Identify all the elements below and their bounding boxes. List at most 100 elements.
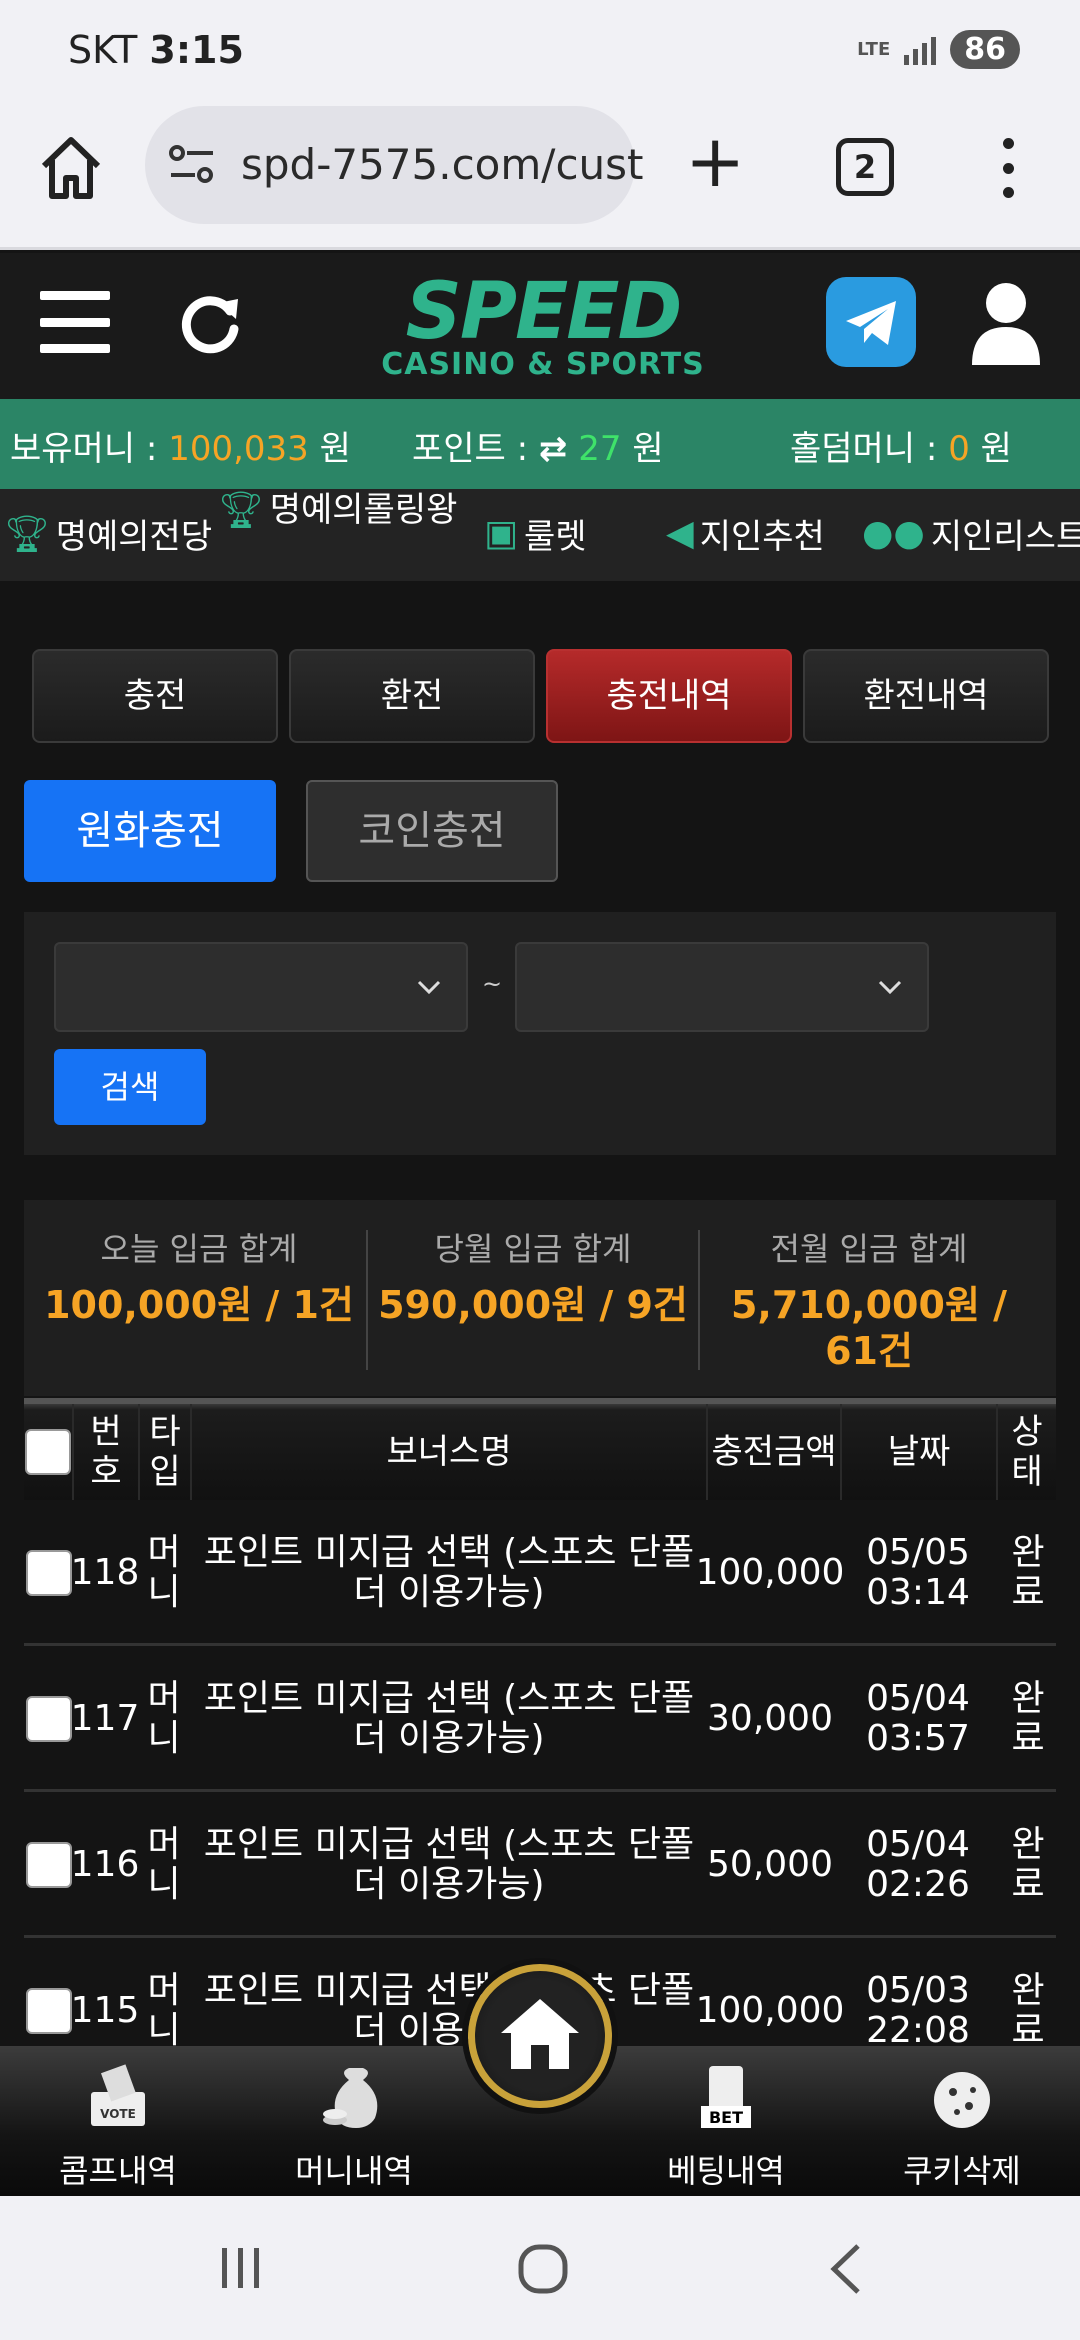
summary-month: 당월 입금 합계 590,000원 / 9건 (368, 1224, 698, 1328)
summary-label: 오늘 입금 합계 (100, 1230, 298, 1268)
address-bar[interactable]: spd-7575.com/cust (145, 106, 644, 224)
nav-comp-label: 콤프내역 (59, 2152, 177, 2190)
point-unit: 원 (632, 429, 664, 469)
point-convert-icon[interactable]: ⇄ (539, 429, 568, 469)
menu-referral[interactable]: ◀ 지인추천 (666, 509, 825, 558)
header-date-label: 날짜 (887, 1432, 951, 1472)
hamburger-menu-icon[interactable] (40, 291, 110, 353)
feature-menu: 🏆︎ 명예의전당 🏆︎ 명예의롤링왕 ▣ 룰렛 ◀ 지인추천 ●● 지인리스트 (0, 489, 1080, 581)
header-bonus: 보너스명 (190, 1404, 706, 1500)
money-label: 보유머니 : (10, 429, 158, 469)
tab-deposit-history[interactable]: 충전내역 (546, 649, 792, 743)
row-bonus: 포인트 미지급 선택 (스포츠 단폴더 이용가능) (203, 1532, 695, 1613)
row-amount: 100,000 (695, 1552, 845, 1593)
url-text[interactable]: spd-7575.com/cust (241, 140, 644, 189)
system-home-icon[interactable] (516, 2242, 570, 2296)
krw-deposit-button[interactable]: 원화충전 (24, 780, 276, 882)
back-icon[interactable] (826, 2242, 866, 2296)
refresh-icon[interactable] (178, 289, 244, 355)
vote-box-icon: VOTE (91, 2064, 145, 2126)
menu-hall-of-fame-label: 명예의전당 (55, 517, 213, 557)
site-settings-icon[interactable] (167, 142, 217, 186)
money-value: 100,033 (168, 429, 309, 469)
holdem-label: 홀덤머니 : (790, 429, 938, 469)
nav-betting-history[interactable]: BET 베팅내역 (636, 2062, 816, 2192)
nav-betting-label: 베팅내역 (667, 2152, 785, 2190)
menu-referral-label: 지인추천 (699, 517, 825, 557)
row-amount: 30,000 (707, 1698, 833, 1739)
user-account-icon[interactable] (968, 279, 1044, 365)
new-tab-icon[interactable]: + (685, 125, 745, 198)
cookie-icon (934, 2072, 990, 2128)
header-amount: 충전금액 (706, 1404, 840, 1500)
site-logo[interactable]: SPEED CASINO & SPORTS (378, 267, 708, 385)
header-amount-label: 충전금액 (711, 1432, 837, 1472)
menu-referral-list[interactable]: ●● 지인리스트 (862, 509, 1080, 558)
coin-deposit-button[interactable]: 코인충전 (306, 780, 558, 882)
header-date: 날짜 (840, 1404, 996, 1500)
menu-rolling-king-label: 명예의롤링왕 (269, 490, 458, 530)
money-bag-icon (323, 2068, 378, 2128)
telegram-icon[interactable] (826, 277, 916, 367)
menu-roulette[interactable]: ▣ 룰렛 (484, 509, 587, 558)
header-type: 타입 (138, 1404, 190, 1500)
row-date: 05/04 02:26 (866, 1824, 970, 1905)
row-date: 05/04 03:57 (866, 1678, 970, 1759)
nav-comp-history[interactable]: VOTE 콤프내역 (28, 2062, 208, 2192)
nav-money-history[interactable]: 머니내역 (264, 2062, 444, 2192)
row-checkbox[interactable] (26, 1988, 72, 2034)
summary-last-month: 전월 입금 합계 5,710,000원 / 61건 (704, 1224, 1034, 1374)
header-bonus-label: 보너스명 (386, 1432, 512, 1472)
point-value: 27 (578, 429, 622, 469)
search-button[interactable]: 검색 (54, 1049, 206, 1125)
status-carrier-time: SKT 3:15 (68, 28, 244, 72)
browser-toolbar: spd-7575.com/cust + 2 (0, 100, 1080, 250)
header-status-label: 상태 (1011, 1412, 1043, 1492)
tab-switcher-button[interactable]: 2 (836, 138, 894, 196)
row-checkbox[interactable] (26, 1696, 72, 1742)
menu-hall-of-fame[interactable]: 🏆︎ 명예의전당 (4, 509, 212, 558)
browser-menu-icon[interactable] (990, 138, 1026, 198)
point-balance: 포인트 : ⇄ 27 원 (412, 421, 664, 470)
logo-wordmark: SPEED (405, 267, 683, 357)
deposit-summary: 오늘 입금 합계 100,000원 / 1건 당월 입금 합계 590,000원… (24, 1200, 1056, 1396)
nav-clear-cookies[interactable]: 쿠키삭제 (872, 2062, 1052, 2192)
row-no: 116 (70, 1844, 140, 1885)
nav-money-label: 머니내역 (295, 2152, 413, 2190)
gift-icon: ▣ (484, 513, 519, 554)
tab-withdraw-history[interactable]: 환전내역 (803, 649, 1049, 743)
row-checkbox[interactable] (26, 1550, 72, 1596)
table-row: 116 머니 포인트 미지급 선택 (스포츠 단폴더 이용가능) 50,000 … (24, 1792, 1056, 1938)
start-date-select[interactable] (54, 942, 468, 1032)
tab-withdraw[interactable]: 환전 (289, 649, 535, 743)
site-header: SPEED CASINO & SPORTS (0, 253, 1080, 399)
trophy-icon: 🏆︎ (4, 513, 50, 555)
recent-apps-icon[interactable] (216, 2242, 266, 2292)
row-checkbox[interactable] (26, 1842, 72, 1888)
money-balance: 보유머니 : 100,033 원 (10, 421, 351, 470)
clock: 3:15 (149, 28, 244, 72)
holdem-unit: 원 (980, 429, 1012, 469)
browser-home-icon[interactable] (38, 128, 104, 208)
summary-today: 오늘 입금 합계 100,000원 / 1건 (34, 1224, 364, 1328)
site-home-button[interactable] (468, 1964, 612, 2108)
money-unit: 원 (319, 429, 351, 469)
chevron-down-icon (878, 980, 902, 995)
row-type: 머니 (147, 1678, 181, 1759)
users-icon: ●● (862, 513, 925, 554)
tab-deposit[interactable]: 충전 (32, 649, 278, 743)
summary-label: 당월 입금 합계 (434, 1230, 632, 1268)
header-no-label: 번호 (90, 1412, 122, 1492)
date-search-panel: ~ 검색 (24, 912, 1056, 1155)
menu-rolling-king[interactable]: 🏆︎ 명예의롤링왕 (218, 489, 457, 531)
header-status: 상태 (996, 1404, 1056, 1500)
nav-cookie-label: 쿠키삭제 (903, 2152, 1021, 2190)
point-label: 포인트 : (412, 429, 529, 469)
status-bar: SKT 3:15 LTE 86 (0, 0, 1080, 100)
menu-roulette-label: 룰렛 (524, 517, 587, 557)
home-icon (501, 1999, 579, 2069)
select-all-checkbox[interactable] (25, 1429, 71, 1475)
bet-badge: BET (709, 2108, 743, 2127)
row-check-cell (24, 1646, 74, 1792)
end-date-select[interactable] (515, 942, 929, 1032)
